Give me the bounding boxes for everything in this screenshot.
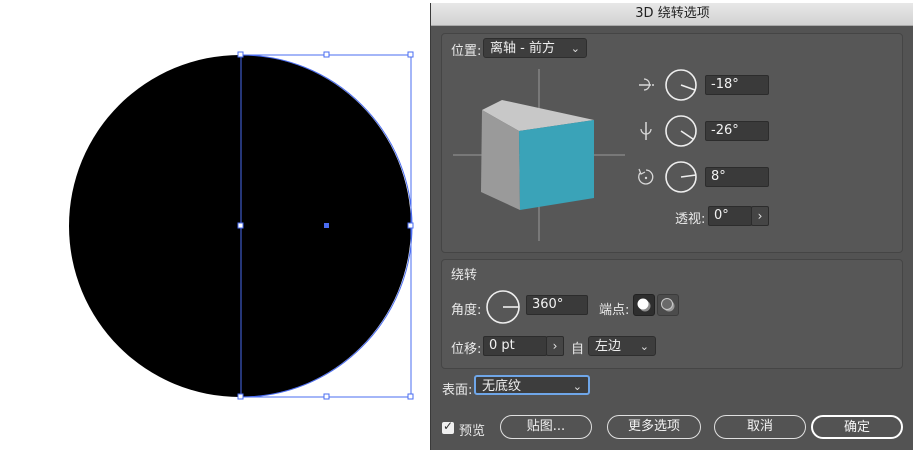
x-rotation-dial[interactable]: [665, 69, 697, 101]
chevron-right-icon: ›: [552, 339, 558, 353]
x-rotation-field[interactable]: -18°: [705, 75, 769, 95]
z-axis-rotate-icon: [638, 168, 654, 185]
position-preset-value: 离轴 - 前方: [490, 41, 555, 56]
offset-label: 位移:: [451, 342, 482, 357]
y-rotation-field[interactable]: -26°: [705, 121, 769, 141]
cube-front-face: [519, 120, 594, 210]
map-art-button[interactable]: 贴图...: [500, 415, 592, 439]
angle-dial[interactable]: [485, 289, 521, 325]
chevron-right-icon: ›: [757, 209, 763, 223]
rotation-cube-preview[interactable]: [453, 69, 625, 241]
dialog-title: 3D 绕转选项: [431, 3, 913, 26]
surface-label: 表面:: [442, 383, 473, 398]
from-edge-select[interactable]: 左边 ⌄: [588, 336, 656, 356]
center-point: [324, 223, 329, 228]
revolve-section-title: 绕转: [451, 268, 478, 283]
x-axis-rotate-icon: [639, 78, 654, 91]
cap-off-button[interactable]: [657, 294, 679, 316]
preview-label: 预览: [459, 424, 486, 439]
cap-label: 端点:: [599, 303, 630, 318]
revolve-options-dialog: 3D 绕转选项 位置: 离轴 - 前方 ⌄ -18° -26° 8° 透视: 0…: [430, 3, 913, 450]
angle-label: 角度:: [451, 303, 482, 318]
solid-cap-icon: [637, 298, 651, 312]
artboard-canvas[interactable]: [0, 0, 430, 450]
preview-checkbox[interactable]: ✓: [442, 419, 454, 434]
offset-field[interactable]: 0 pt: [483, 336, 547, 356]
z-rotation-field[interactable]: 8°: [705, 167, 769, 187]
from-label: 自: [571, 342, 585, 357]
z-rotation-dial[interactable]: [665, 161, 697, 193]
chevron-down-icon: ⌄: [572, 380, 582, 393]
hollow-cap-icon: [661, 298, 675, 312]
surface-value: 无底纹: [482, 379, 522, 394]
chevron-down-icon: ⌄: [570, 42, 580, 55]
artwork-svg[interactable]: [0, 0, 430, 450]
ok-button[interactable]: 确定: [811, 415, 903, 439]
y-rotation-dial[interactable]: [665, 115, 697, 147]
surface-select[interactable]: 无底纹 ⌄: [474, 375, 590, 395]
more-options-button[interactable]: 更多选项: [607, 415, 701, 439]
position-label: 位置:: [451, 44, 482, 59]
cap-on-button[interactable]: [633, 294, 655, 316]
angle-field[interactable]: 360°: [526, 295, 588, 315]
perspective-slider-toggle[interactable]: ›: [751, 206, 769, 226]
cancel-button[interactable]: 取消: [714, 415, 806, 439]
y-axis-rotate-icon: [640, 122, 652, 140]
position-preset-select[interactable]: 离轴 - 前方 ⌄: [483, 38, 587, 58]
offset-slider-toggle[interactable]: ›: [546, 336, 564, 356]
from-edge-value: 左边: [595, 339, 622, 354]
perspective-field[interactable]: 0°: [708, 206, 752, 226]
chevron-down-icon: ⌄: [639, 340, 649, 353]
checkmark-icon: ✓: [443, 419, 454, 433]
perspective-label: 透视:: [675, 212, 706, 227]
